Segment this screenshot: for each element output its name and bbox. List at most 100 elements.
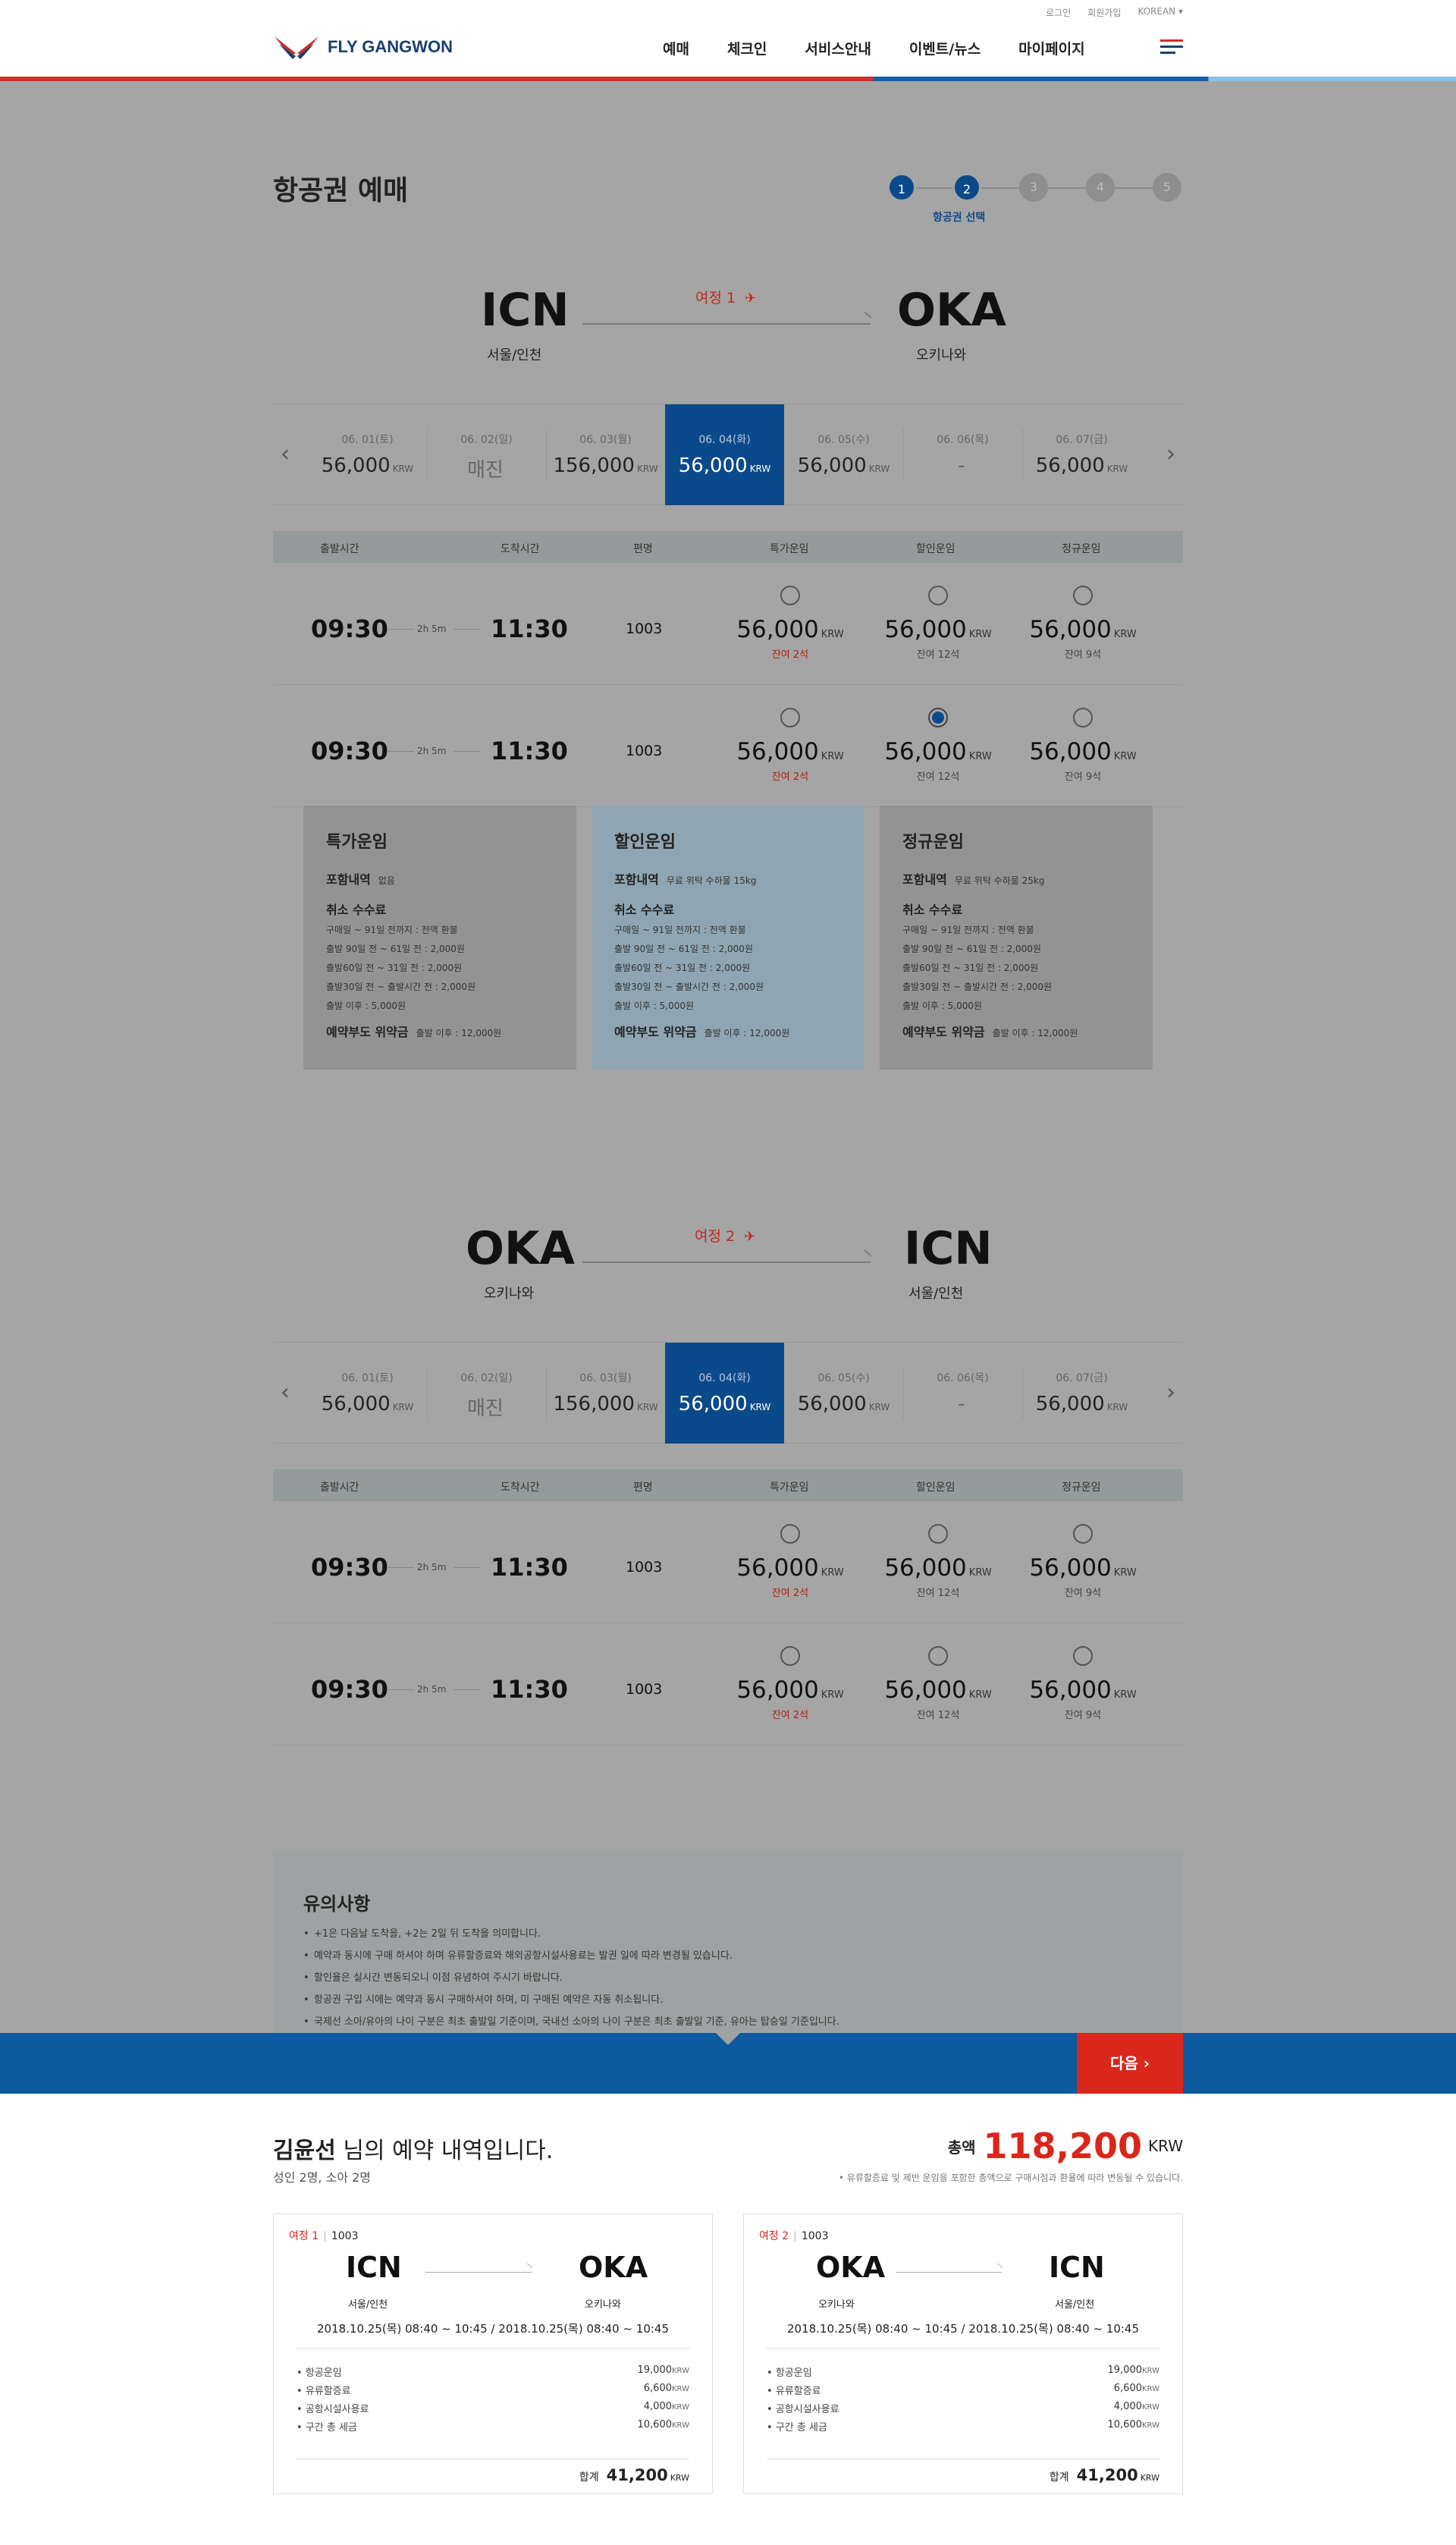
nav-events[interactable]: 이벤트/뉴스 [909, 38, 981, 58]
fare-option[interactable]: 56,000 KRW 잔여 12석 [881, 708, 995, 783]
card-origin-code: OKA [816, 2251, 886, 2284]
fee-unit: KRW [1142, 2367, 1159, 2375]
fare-option[interactable]: 56,000 KRW 잔여 9석 [1026, 586, 1140, 661]
main-nav: 예매 체크인 서비스안내 이벤트/뉴스 마이페이지 [663, 38, 1085, 58]
date-price: 56,000 KRW [665, 1393, 784, 1415]
fee-row: • 항공운임 19,000KRW [297, 2364, 689, 2379]
fee-label: 유류할증료 [305, 2386, 351, 2397]
card-datetime: 2018.10.25(목) 08:40 ~ 10:45 / 2018.10.25… [316, 2322, 670, 2336]
fare-price-unit: KRW [821, 629, 844, 640]
fare-radio[interactable] [1073, 708, 1093, 727]
duration-line [387, 751, 414, 752]
fare-price-unit: KRW [968, 1689, 992, 1701]
fare-option[interactable]: 56,000 KRW 잔여 12석 [881, 1646, 995, 1721]
fare-option[interactable]: 56,000 KRW 잔여 2석 [733, 708, 847, 783]
arrival-time: 11:30 [491, 1553, 568, 1582]
journey-card: 여정 1 | 1003 ICN 서울/인천 OKA 오키나와 2018.10.25(목) 08… [273, 2214, 713, 2494]
date-cell[interactable]: 06. 07(금) 56,000 KRW [1022, 1343, 1141, 1444]
fare-option[interactable]: 56,000 KRW 잔여 2석 [733, 1524, 847, 1599]
seats-left: 잔여 12석 [916, 649, 960, 661]
date-label: 06. 04(화) [698, 1372, 751, 1384]
fee-value: 10,600KRW [638, 2419, 690, 2430]
fare-price: 56,000 KRW [733, 1676, 847, 1704]
arrival-time: 11:30 [491, 614, 568, 643]
date-cell[interactable]: 06. 05(수) 56,000 KRW [784, 1343, 903, 1444]
date-cell[interactable]: 06. 04(화) 56,000 KRW [665, 1343, 784, 1444]
fare-price-value: 56,000 [1029, 738, 1112, 765]
noshow-row: 예약부도 위약금 출발 이후 : 12,000원 [902, 1022, 1130, 1040]
prev-week-icon[interactable]: ‹ [281, 441, 290, 467]
fare-radio[interactable] [780, 586, 800, 605]
date-label: 06. 07(금) [1056, 1372, 1108, 1384]
fare-option[interactable]: 56,000 KRW 잔여 9석 [1026, 1524, 1140, 1599]
booking-content [0, 81, 1456, 2091]
fee-value: 10,600KRW [1108, 2419, 1160, 2430]
next-button[interactable]: 다음 › [1077, 2033, 1183, 2094]
date-label: 06. 01(토) [341, 434, 394, 446]
notice-title: 유의사항 [303, 1893, 371, 1915]
nav-service[interactable]: 서비스안내 [805, 38, 871, 58]
date-cell[interactable]: 06. 02(일) 매진 [427, 404, 546, 505]
date-price: 56,000 KRW [784, 1393, 903, 1415]
date-cell[interactable]: 06. 04(화) 56,000 KRW [665, 404, 784, 505]
noshow-value: 출발 이후 : 12,000원 [992, 1028, 1078, 1038]
summary-suffix: 님의 예약 내역입니다. [335, 2138, 554, 2164]
date-price: 56,000 KRW [308, 454, 427, 477]
login-link[interactable]: 로그인 [1046, 6, 1071, 19]
nav-checkin[interactable]: 체크인 [727, 38, 767, 58]
route-header-2: OKA 오키나와 여정 2 ✈ ICN 서울/인천 [273, 1219, 1183, 1310]
prev-week-icon[interactable]: ‹ [281, 1379, 290, 1406]
price-value: 56,000 [678, 1393, 748, 1415]
fare-option[interactable]: 56,000 KRW 잔여 9석 [1026, 1646, 1140, 1721]
summary-toggle-bar[interactable] [0, 2033, 1456, 2094]
date-label: 06. 03(월) [579, 434, 632, 446]
included-row: 포함내역 없음 [326, 869, 554, 888]
fare-radio[interactable] [780, 1524, 800, 1544]
fare-radio[interactable] [1073, 1524, 1093, 1544]
date-cell[interactable]: 06. 03(월) 156,000 KRW [546, 404, 665, 505]
fare-option[interactable]: 56,000 KRW 잔여 2석 [733, 1646, 847, 1721]
logo[interactable]: FLY GANGWON [273, 33, 453, 61]
fare-radio[interactable] [928, 1646, 948, 1666]
card-datetime: 2018.10.25(목) 08:40 ~ 10:45 / 2018.10.25… [786, 2322, 1140, 2336]
seats-left: 잔여 2석 [771, 1588, 809, 1599]
signup-link[interactable]: 회원가입 [1087, 6, 1121, 19]
fee-label: 유류할증료 [775, 2386, 821, 2397]
menu-icon[interactable] [1160, 39, 1183, 55]
fare-price: 56,000 KRW [733, 1554, 847, 1582]
total-amount: 총액 118,200 KRW [948, 2126, 1183, 2166]
fare-radio[interactable] [1073, 586, 1093, 605]
next-week-icon[interactable]: › [1166, 441, 1175, 467]
date-cell[interactable]: 06. 07(금) 56,000 KRW [1022, 404, 1141, 505]
fare-radio[interactable] [928, 586, 948, 605]
language-select[interactable]: KOREAN ▾ [1138, 6, 1183, 19]
nav-mypage[interactable]: 마이페이지 [1018, 38, 1084, 58]
date-cell[interactable]: 06. 03(월) 156,000 KRW [546, 1343, 665, 1444]
fare-radio[interactable] [928, 1524, 948, 1544]
date-cell[interactable]: 06. 02(일) 매진 [427, 1343, 546, 1444]
date-cell[interactable]: 06. 06(목) - [903, 404, 1022, 505]
fee-label: 구간 총 세금 [305, 2422, 357, 2433]
date-label: 06. 04(화) [698, 434, 751, 446]
nav-booking[interactable]: 예매 [663, 38, 689, 58]
divider [1022, 1367, 1023, 1420]
date-cell[interactable]: 06. 01(토) 56,000 KRW [308, 1343, 427, 1444]
fare-option[interactable]: 56,000 KRW 잔여 2석 [733, 586, 847, 661]
price-value: 매진 [467, 1397, 504, 1420]
date-cell[interactable]: 06. 01(토) 56,000 KRW [308, 404, 427, 505]
destination-city: 서울/인천 [908, 1286, 964, 1302]
fare-radio[interactable] [1073, 1646, 1093, 1666]
fare-option[interactable]: 56,000 KRW 잔여 12석 [881, 1524, 995, 1599]
fare-option[interactable]: 56,000 KRW 잔여 12석 [881, 586, 995, 661]
next-week-icon[interactable]: › [1166, 1379, 1175, 1406]
fare-radio[interactable] [780, 1646, 800, 1666]
fare-option[interactable]: 56,000 KRW 잔여 9석 [1026, 708, 1140, 783]
included-value: 무료 위탁 수하물 25kg [954, 875, 1045, 886]
fare-radio[interactable] [928, 708, 948, 727]
date-cell[interactable]: 06. 05(수) 56,000 KRW [784, 404, 903, 505]
price-unit: KRW [868, 463, 890, 474]
step-5: 5 [1153, 173, 1181, 202]
duration-line [453, 1567, 481, 1568]
date-cell[interactable]: 06. 06(목) - [903, 1343, 1022, 1444]
fare-radio[interactable] [780, 708, 800, 727]
